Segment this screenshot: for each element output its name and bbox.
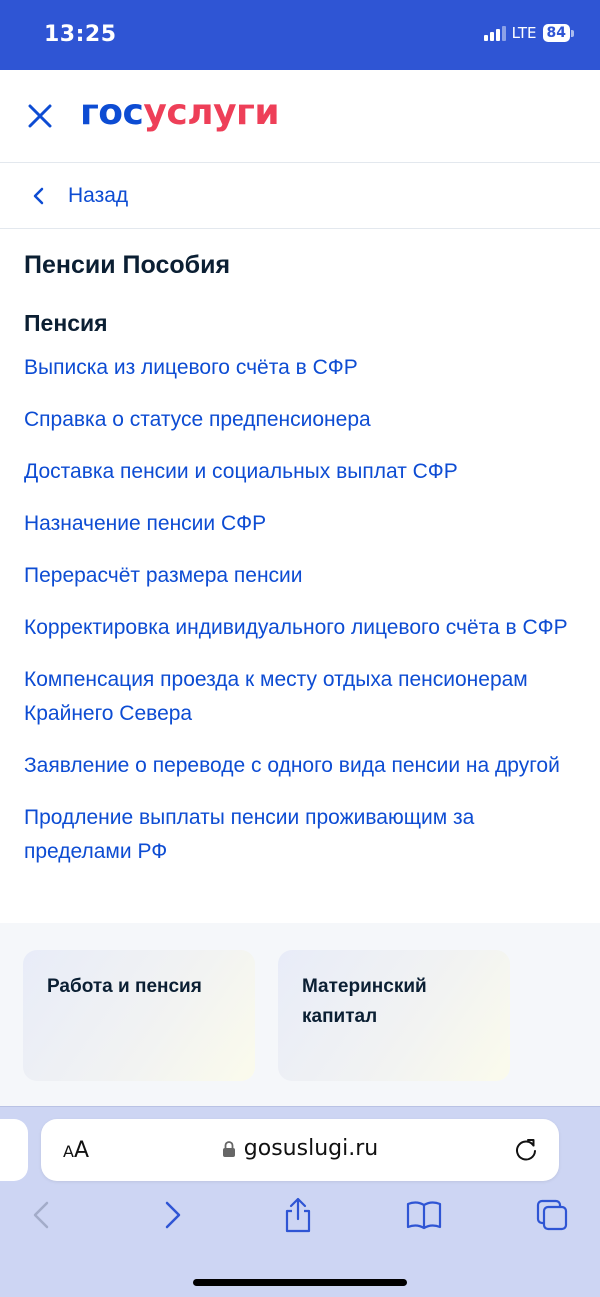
section-title: Пенсия	[24, 310, 108, 336]
share-icon[interactable]	[278, 1195, 318, 1235]
chevron-right-icon[interactable]	[152, 1195, 192, 1235]
chevron-left-icon[interactable]	[22, 1195, 62, 1235]
tabs-icon[interactable]	[532, 1195, 572, 1235]
back-label: Назад	[68, 183, 129, 207]
status-indicators: LTE 84	[483, 24, 574, 42]
reload-icon[interactable]	[513, 1137, 539, 1163]
service-link[interactable]: Заявление о переводе с одного вида пенси…	[24, 749, 576, 783]
status-time: 13:25	[44, 22, 117, 47]
address-bar[interactable]: AA gosuslugi.ru	[41, 1119, 559, 1181]
home-indicator	[193, 1279, 407, 1286]
service-link[interactable]: Корректировка индивидуального лицевого с…	[24, 611, 576, 645]
service-link[interactable]: Доставка пенсии и социальных выплат СФР	[24, 455, 576, 489]
service-link[interactable]: Продление выплаты пенсии проживающим за …	[24, 801, 576, 869]
service-link[interactable]: Компенсация проезда к месту отдыха пенси…	[24, 663, 576, 731]
url-text: gosuslugi.ru	[243, 1136, 379, 1161]
status-bar: 13:25 LTE 84	[0, 0, 600, 70]
book-icon[interactable]	[404, 1195, 444, 1235]
browser-nav-toolbar	[0, 1195, 600, 1243]
browser-toolbar: AA gosuslugi.ru	[0, 1106, 600, 1297]
battery-level: 84	[542, 24, 570, 42]
battery-icon: 84	[542, 24, 574, 42]
service-link[interactable]: Перерасчёт размера пенсии	[24, 559, 576, 593]
logo-part-uslugi: услуги	[143, 92, 280, 133]
app-header: госуслуги	[0, 70, 600, 163]
lock-icon	[222, 1140, 235, 1157]
gosuslugi-logo[interactable]: госуслуги	[80, 92, 280, 133]
service-links-list: Выписка из лицевого счёта в СФР Справка …	[24, 351, 576, 869]
chevron-left-icon	[33, 187, 44, 204]
page-title: Пенсии Пособия	[24, 251, 231, 279]
service-link[interactable]: Справка о статусе предпенсионера	[24, 403, 576, 437]
back-button[interactable]: Назад	[0, 163, 600, 229]
card-maternity-capital[interactable]: Материнский капитал	[278, 950, 510, 1081]
network-type: LTE	[511, 24, 537, 42]
signal-icon	[483, 25, 506, 41]
service-link[interactable]: Выписка из лицевого счёта в СФР	[24, 351, 576, 385]
service-link[interactable]: Назначение пенсии СФР	[24, 507, 576, 541]
logo-part-gos: гос	[80, 92, 144, 133]
main-content: Пенсии Пособия Пенсия Выписка из лицевог…	[0, 229, 600, 923]
previous-tab-preview[interactable]	[0, 1119, 28, 1181]
category-cards: Работа и пенсия Материнский капитал	[0, 923, 600, 1106]
close-icon[interactable]	[26, 102, 54, 130]
card-work-and-pension[interactable]: Работа и пенсия	[23, 950, 255, 1081]
